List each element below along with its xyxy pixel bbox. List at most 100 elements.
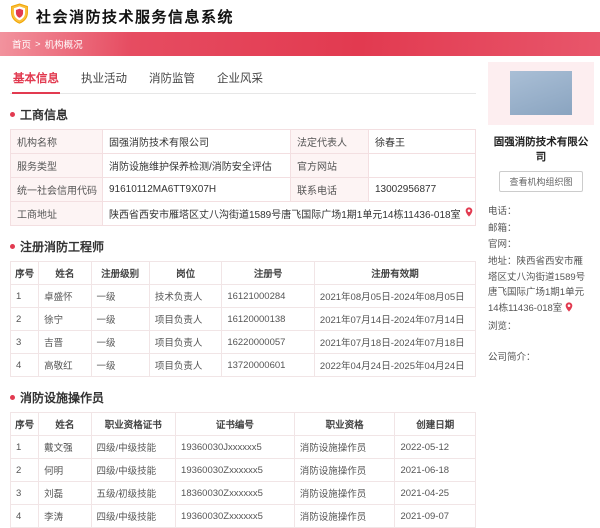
table-cell: 戴文强 [38, 435, 92, 459]
table-cell: 吉晋 [38, 330, 92, 354]
field-value: 消防设施维护保养检测/消防安全评估 [102, 153, 291, 178]
table-cell: 19360030Jxxxxxx5 [175, 435, 295, 459]
table-cell: 项目负责人 [148, 353, 223, 377]
red-dot-icon [10, 244, 15, 249]
contact-views-row: 浏览： [488, 319, 592, 335]
breadcrumb-current: 机构概况 [44, 40, 83, 51]
table-row: 工商地址 陕西省西安市雁塔区丈八沟街道1589号唐飞国际广场1期1单元14栋11… [10, 201, 476, 226]
field-value: 13002956877 [368, 177, 476, 202]
section-title-operators: 消防设施操作员 [10, 389, 476, 406]
business-address-text: 陕西省西安市雁塔区丈八沟街道1589号唐飞国际广场1期1单元14栋11436-0… [109, 210, 461, 221]
location-pin-icon[interactable] [465, 207, 473, 220]
column-header: 序号 [9, 412, 40, 436]
column-header: 姓名 [38, 261, 92, 285]
red-dot-icon [10, 112, 15, 117]
contact-phone-row: 电话： [488, 204, 592, 220]
table-cell: 1 [9, 284, 40, 308]
section-title-business-info: 工商信息 [10, 106, 476, 123]
table-cell: 一级 [90, 284, 150, 308]
table-cell: 四级/中级技能 [90, 435, 177, 459]
column-header: 序号 [9, 261, 40, 285]
app-logo-shield-icon [10, 3, 29, 29]
table-cell: 2022年04月24日-2025年04月24日 [313, 353, 477, 377]
sidebar: 固强消防技术有限公司 查看机构组织图 电话： 邮箱： 官网： 地址：陕西省西安市… [488, 62, 594, 528]
contact-label: 地址： [488, 256, 517, 268]
table-row: 机构名称 固强消防技术有限公司 法定代表人 徐春王 [10, 129, 476, 154]
table-cell: 李涛 [38, 504, 92, 528]
table-cell: 2022-05-12 [394, 435, 476, 459]
section-title-engineers: 注册消防工程师 [10, 238, 476, 255]
table-row: 2 徐宁 一级 项目负责人 16120000138 2021年07月14日-2024年07… [9, 307, 477, 331]
breadcrumb-home-link[interactable]: 首页 [12, 37, 31, 51]
section-title-text: 注册消防工程师 [20, 240, 105, 254]
table-cell: 2021年08月05日-2024年08月05日 [313, 284, 477, 308]
column-header: 注册号 [221, 261, 315, 285]
breadcrumb-banner: 首页 > 机构概况 [0, 32, 600, 56]
contact-label: 官网： [488, 239, 517, 251]
table-row: 3 刘磊 五级/初级技能 18360030Zxxxxxx5 消防设施操作员 2021-04… [9, 481, 476, 505]
company-photo [510, 71, 572, 115]
column-header: 岗位 [148, 261, 223, 285]
table-cell: 项目负责人 [148, 307, 223, 331]
page-root: 社会消防技术服务信息系统 首页 > 机构概况 基本信息 执业活动 消防监管 企业… [0, 0, 600, 528]
table-cell: 消防设施操作员 [293, 435, 396, 459]
table-header-row: 序号 姓名 注册级别 岗位 注册号 注册有效期 [9, 261, 477, 285]
table-cell: 技术负责人 [148, 284, 223, 308]
table-cell: 2 [9, 458, 40, 482]
contact-label: 邮箱： [488, 222, 517, 234]
table-cell: 18360030Zxxxxxx5 [175, 481, 295, 505]
table-cell: 4 [9, 353, 40, 377]
table-cell: 一级 [90, 330, 150, 354]
table-row: 4 李涛 四级/中级技能 19360030Zxxxxxx5 消防设施操作员 2021-09… [9, 504, 476, 528]
breadcrumb-separator: > [35, 38, 41, 50]
table-cell: 五级/初级技能 [90, 481, 177, 505]
table-cell: 2 [9, 307, 40, 331]
tab-company-showcase[interactable]: 企业风采 [216, 66, 264, 93]
field-value: 固强消防技术有限公司 [102, 129, 291, 154]
contact-info: 电话： 邮箱： 官网： 地址：陕西省西安市雁塔区丈八沟街道1589号唐飞国际广场… [488, 204, 594, 366]
app-header: 社会消防技术服务信息系统 [0, 0, 600, 32]
tab-fire-supervision[interactable]: 消防监管 [148, 66, 196, 93]
table-cell: 19360030Zxxxxxx5 [175, 504, 295, 528]
company-photo-card [488, 62, 594, 125]
tab-basic-info[interactable]: 基本信息 [12, 66, 60, 94]
table-cell: 2021-09-07 [394, 504, 476, 528]
table-cell: 3 [9, 481, 40, 505]
table-cell: 2021-04-25 [394, 481, 476, 505]
company-profile-row: 公司简介： [488, 350, 592, 366]
column-header: 注册级别 [90, 261, 150, 285]
table-cell: 何明 [38, 458, 92, 482]
table-row: 3 吉晋 一级 项目负责人 16220000057 2021年07月18日-2024年07… [9, 330, 477, 354]
table-cell: 16120000138 [221, 307, 315, 331]
table-cell: 消防设施操作员 [293, 504, 396, 528]
column-header: 证书编号 [175, 412, 295, 436]
operators-table: 序号 姓名 职业资格证书 证书编号 职业资格 创建日期 1 戴文强 四级/中级技能 1936003… [9, 412, 476, 528]
table-row: 统一社会信用代码 91610112MA6TT9X07H 联系电话 1300295… [10, 177, 476, 202]
table-cell: 四级/中级技能 [90, 458, 177, 482]
table-cell: 16220000057 [221, 330, 315, 354]
tab-practice-activity[interactable]: 执业活动 [80, 66, 128, 93]
view-org-chart-button[interactable]: 查看机构组织图 [499, 171, 583, 192]
field-value [368, 153, 476, 178]
field-label: 官方网站 [290, 153, 369, 178]
column-header: 职业资格证书 [90, 412, 177, 436]
contact-label: 浏览： [488, 320, 517, 332]
table-cell: 4 [9, 504, 40, 528]
main-column: 基本信息 执业活动 消防监管 企业风采 工商信息 机构名称 固强消防技术有限公司… [9, 62, 477, 528]
column-header: 创建日期 [394, 412, 476, 436]
location-pin-icon[interactable] [565, 302, 573, 315]
company-name: 固强消防技术有限公司 [493, 136, 589, 163]
table-row: 4 高敬红 一级 项目负责人 13720000601 2022年04月24日-2025年0… [9, 353, 477, 377]
section-title-text: 工商信息 [20, 108, 69, 122]
table-row: 2 何明 四级/中级技能 19360030Zxxxxxx5 消防设施操作员 2021-06… [9, 458, 476, 482]
table-cell: 消防设施操作员 [293, 458, 396, 482]
table-cell: 项目负责人 [148, 330, 223, 354]
app-title: 社会消防技术服务信息系统 [36, 8, 235, 26]
engineers-table: 序号 姓名 注册级别 岗位 注册号 注册有效期 1 卓盛怀 一级 技术负责人 16121000284… [9, 261, 477, 377]
table-row: 1 卓盛怀 一级 技术负责人 16121000284 2021年08月05日-2024年0… [9, 284, 477, 308]
table-cell: 2021年07月18日-2024年07月18日 [313, 330, 477, 354]
table-cell: 19360030Zxxxxxx5 [175, 458, 295, 482]
field-label: 联系电话 [290, 177, 369, 202]
contact-email-row: 邮箱： [488, 221, 592, 237]
table-cell: 一级 [90, 353, 150, 377]
